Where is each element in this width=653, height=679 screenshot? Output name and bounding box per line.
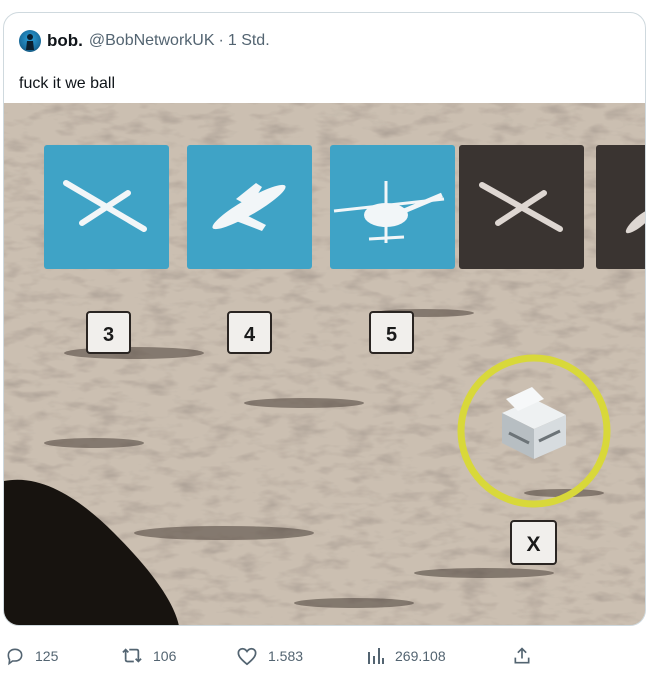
tweet-media-image[interactable]: 3 4 5 X [4, 103, 645, 625]
key-hint-3: 3 [86, 311, 131, 354]
repost-icon [122, 648, 142, 663]
avatar[interactable] [19, 30, 41, 52]
reply-icon [7, 648, 23, 666]
views-button[interactable]: 269.108 [367, 640, 446, 672]
like-count: 1.583 [268, 648, 304, 664]
display-name[interactable]: bob. [47, 31, 83, 51]
tile-2[interactable] [187, 145, 312, 269]
svg-text:4: 4 [244, 324, 256, 346]
tile-5[interactable] [596, 145, 645, 269]
tile-3[interactable] [330, 145, 455, 269]
timestamp[interactable]: 1 Std. [228, 32, 270, 50]
separator-dot: · [218, 32, 224, 49]
tweet-header: bob. @BobNetworkUK · 1 Std. [19, 29, 270, 53]
views-count: 269.108 [395, 648, 446, 664]
tweet-actions: 125 106 1.583 269.108 [0, 640, 653, 672]
svg-text:5: 5 [386, 324, 397, 346]
key-hint-x: X [510, 520, 557, 565]
tile-4[interactable] [459, 145, 584, 269]
share-button[interactable] [512, 640, 542, 672]
repost-count: 106 [153, 648, 177, 664]
svg-text:3: 3 [103, 324, 114, 346]
svg-text:X: X [526, 533, 540, 556]
key-hint-5: 5 [369, 311, 414, 354]
tweet-text: fuck it we ball [19, 75, 116, 92]
repost-button[interactable]: 106 [121, 640, 176, 672]
share-icon [514, 647, 530, 664]
tweet-card[interactable]: bob. @BobNetworkUK · 1 Std. fuck it we b… [3, 12, 646, 626]
views-chart-icon [368, 648, 384, 664]
like-button[interactable]: 1.583 [236, 640, 303, 672]
user-handle[interactable]: @BobNetworkUK [89, 32, 215, 50]
reply-button[interactable]: 125 [5, 640, 58, 672]
reply-count: 125 [35, 648, 59, 664]
tile-1[interactable] [44, 145, 169, 269]
heart-icon [237, 647, 257, 666]
key-hint-4: 4 [227, 311, 272, 354]
